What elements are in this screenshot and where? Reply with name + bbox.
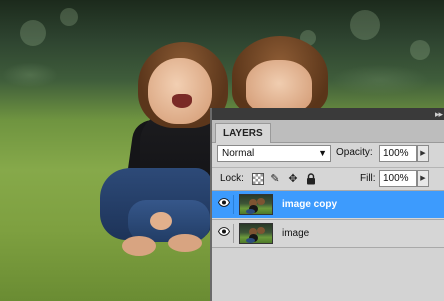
fill-slider-button[interactable]: ▶ (417, 170, 429, 187)
layer-thumbnail (239, 223, 273, 244)
fill-label: Fill: (360, 173, 376, 184)
layers-empty-area[interactable] (212, 247, 444, 301)
layer-name[interactable]: image copy (282, 191, 337, 218)
blend-mode-value: Normal (222, 148, 255, 159)
layers-panel: ▸▸ LAYERS Normal ▼ Opacity: 100% ▶ Lock:… (210, 108, 444, 301)
child-left-face (148, 58, 212, 124)
child-left-foot (122, 236, 156, 256)
panel-title-bar[interactable]: ▸▸ (212, 108, 444, 120)
panel-tab-row: LAYERS (212, 120, 444, 143)
blend-row: Normal ▼ Opacity: 100% ▶ (212, 143, 444, 165)
padlock-icon[interactable] (305, 173, 317, 185)
child-left-foot-2 (168, 234, 202, 252)
blend-mode-select[interactable]: Normal ▼ (217, 145, 331, 162)
opacity-slider-button[interactable]: ▶ (417, 145, 429, 162)
lock-row: Lock: ✎ ✥ Fill: 100% ▶ (212, 167, 444, 190)
layer-name[interactable]: image (282, 220, 309, 247)
layer-row[interactable]: image copy (212, 190, 444, 218)
layer-thumbnail (239, 194, 273, 215)
chevron-down-icon: ▼ (318, 148, 327, 158)
child-left-mouth (172, 94, 192, 108)
brush-lock-icon[interactable]: ✎ (269, 173, 281, 185)
move-lock-icon[interactable]: ✥ (287, 173, 299, 185)
opacity-label: Opacity: (336, 147, 373, 158)
tab-layers[interactable]: LAYERS (215, 123, 271, 143)
fill-input[interactable]: 100% (379, 170, 417, 187)
opacity-input[interactable]: 100% (379, 145, 417, 162)
transparency-lock-icon[interactable] (252, 173, 264, 185)
panel-collapse-icon[interactable]: ▸▸ (435, 109, 443, 120)
eye-icon[interactable] (215, 195, 234, 214)
eye-icon[interactable] (215, 224, 234, 243)
layer-row[interactable]: image (212, 219, 444, 247)
child-left-hand (150, 212, 172, 230)
child-right-face (246, 60, 312, 112)
lock-label: Lock: (220, 173, 244, 184)
